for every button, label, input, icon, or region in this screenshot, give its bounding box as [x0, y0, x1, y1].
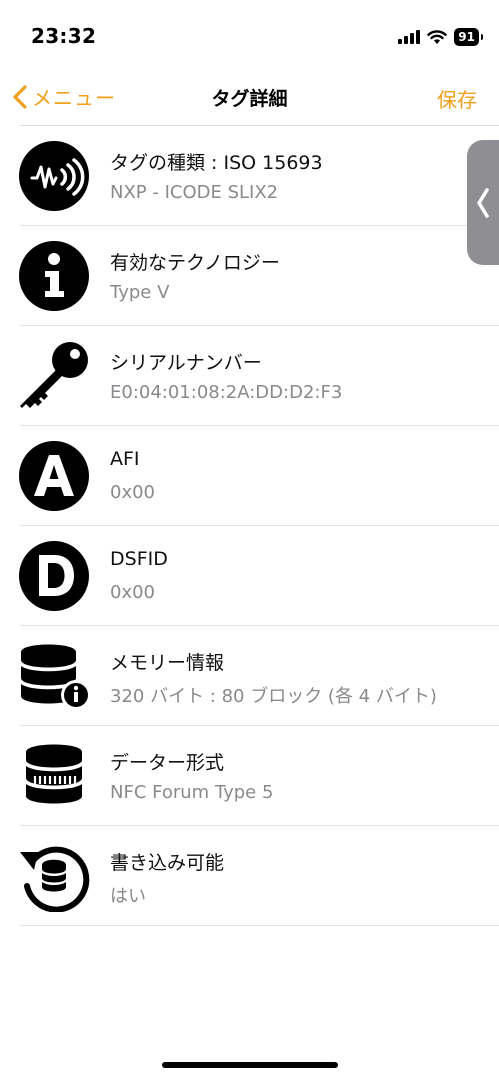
- row-value: NXP - ICODE SLIX2: [110, 182, 279, 203]
- row-title: シリアルナンバー: [110, 352, 262, 374]
- list-item-serial-number[interactable]: シリアルナンバー E0:04:01:08:2A:DD:D2:F3: [0, 326, 499, 426]
- row-value: 320 バイト : 80 ブロック (各 4 バイト): [110, 686, 437, 707]
- row-value: E0:04:01:08:2A:DD:D2:F3: [110, 382, 343, 403]
- row-divider: [20, 925, 499, 926]
- row-value: 0x00: [110, 482, 156, 503]
- row-value: Type V: [110, 282, 170, 303]
- row-title: データー形式: [110, 752, 225, 774]
- row-title: タグの種類 : ISO 15693: [110, 152, 323, 174]
- info-icon: [19, 241, 89, 311]
- database-format-icon: [26, 744, 82, 804]
- wifi-icon: [427, 29, 447, 44]
- row-value: NFC Forum Type 5: [110, 782, 274, 803]
- row-title: 有効なテクノロジー: [110, 252, 280, 274]
- row-title: DSFID: [110, 548, 168, 570]
- row-title: メモリー情報: [110, 652, 225, 674]
- list-item-afi[interactable]: AFI 0x00: [0, 426, 499, 526]
- nfc-wave-icon: [19, 141, 89, 211]
- list-item-memory-info[interactable]: メモリー情報 320 バイト : 80 ブロック (各 4 バイト): [0, 626, 499, 726]
- cellular-signal-icon: [398, 30, 421, 44]
- list-item-technology[interactable]: 有効なテクノロジー Type V: [0, 226, 499, 326]
- letter-a-icon: [19, 441, 89, 511]
- row-title: AFI: [110, 448, 140, 470]
- status-time: 23:32: [31, 24, 97, 48]
- status-icons: 91: [398, 26, 483, 48]
- page-title: タグ詳細: [211, 88, 288, 110]
- database-write-icon: [20, 846, 90, 912]
- save-button[interactable]: 保存: [437, 84, 477, 113]
- chevron-left-icon: [477, 188, 489, 218]
- database-info-icon: [21, 644, 90, 710]
- tag-detail-list: タグの種類 : ISO 15693 NXP - ICODE SLIX2 有効なテ…: [0, 126, 499, 926]
- side-drawer-handle[interactable]: [467, 140, 499, 265]
- list-item-data-format[interactable]: データー形式 NFC Forum Type 5: [0, 726, 499, 826]
- row-value: 0x00: [110, 582, 156, 603]
- row-title: 書き込み可能: [110, 852, 225, 874]
- navigation-bar: メニュー タグ詳細 保存: [0, 70, 499, 126]
- home-indicator[interactable]: [162, 1062, 338, 1068]
- row-value: はい: [110, 886, 146, 907]
- list-item-tag-type[interactable]: タグの種類 : ISO 15693 NXP - ICODE SLIX2: [0, 126, 499, 226]
- list-item-writable[interactable]: 書き込み可能 はい: [0, 826, 499, 926]
- status-bar: 23:32 91: [0, 0, 499, 70]
- battery-indicator: 91: [454, 28, 483, 46]
- list-item-dsfid[interactable]: DSFID 0x00: [0, 526, 499, 626]
- key-icon: [20, 342, 88, 408]
- letter-d-icon: [19, 541, 89, 611]
